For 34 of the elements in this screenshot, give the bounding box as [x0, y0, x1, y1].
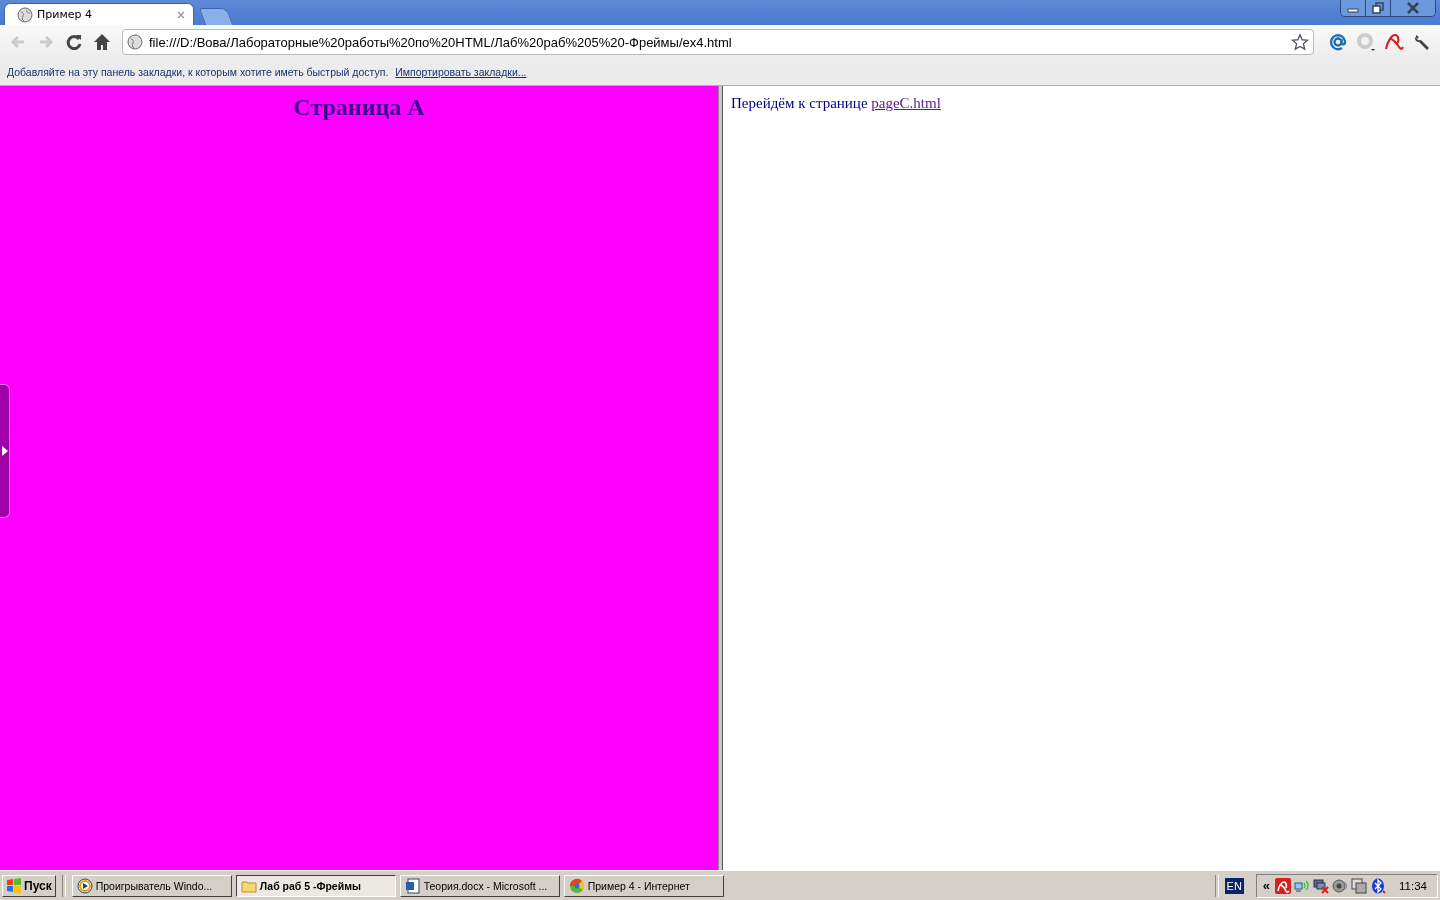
- speaker-icon[interactable]: [1332, 877, 1349, 894]
- bookmarks-hint: Добавляйте на эту панель закладки, к которым хотите иметь быстрый доступ.: [7, 66, 389, 78]
- windows-stack-icon[interactable]: [1351, 877, 1368, 894]
- network-error-icon[interactable]: [1313, 877, 1330, 894]
- clock: 11:34: [1399, 879, 1427, 892]
- restore-icon[interactable]: [1365, 0, 1390, 16]
- document-icon: [404, 877, 421, 894]
- close-icon[interactable]: [1390, 0, 1435, 16]
- import-bookmarks-link[interactable]: Импортировать закладки...: [395, 66, 527, 78]
- page-link[interactable]: pageC.html: [871, 95, 941, 111]
- taskbar-button[interactable]: Теория.docx - Microsoft ...: [399, 874, 560, 897]
- windows-logo-icon: [6, 877, 22, 894]
- bluetooth-icon[interactable]: [1370, 877, 1387, 894]
- play-icon: [76, 877, 93, 894]
- side-panel-handle[interactable]: [0, 384, 10, 518]
- home-icon[interactable]: [92, 32, 112, 52]
- wrench-icon[interactable]: [1412, 32, 1432, 52]
- taskbar-button[interactable]: Лаб раб 5 -Фреймы: [235, 874, 396, 897]
- browser-icon: [568, 877, 585, 894]
- page-heading: Страница А: [292, 94, 426, 121]
- close-icon[interactable]: [177, 10, 185, 19]
- navigation-text: Перейдём к странице pageC.html: [731, 95, 942, 112]
- address-field[interactable]: file:///D:/Вова/Лабораторные%20работы%20по%20HTML/Лаб%20раб%205%20-Фреймы/ex4.html: [122, 29, 1314, 55]
- reload-icon[interactable]: [64, 32, 84, 52]
- browser-tab[interactable]: Пример 4: [4, 3, 194, 25]
- start-button[interactable]: Пуск: [2, 874, 56, 897]
- show-hidden-icons-button[interactable]: «: [1260, 878, 1273, 893]
- globe-icon: [127, 34, 143, 50]
- globe-icon: [17, 6, 33, 23]
- taskbar-button[interactable]: Проигрыватель Windo...: [71, 874, 232, 897]
- star-icon[interactable]: [1291, 33, 1309, 51]
- at-sign-icon[interactable]: [1328, 32, 1348, 52]
- language-indicator[interactable]: EN: [1224, 877, 1244, 894]
- taskbar-button[interactable]: Пример 4 - Интернет: [563, 874, 724, 897]
